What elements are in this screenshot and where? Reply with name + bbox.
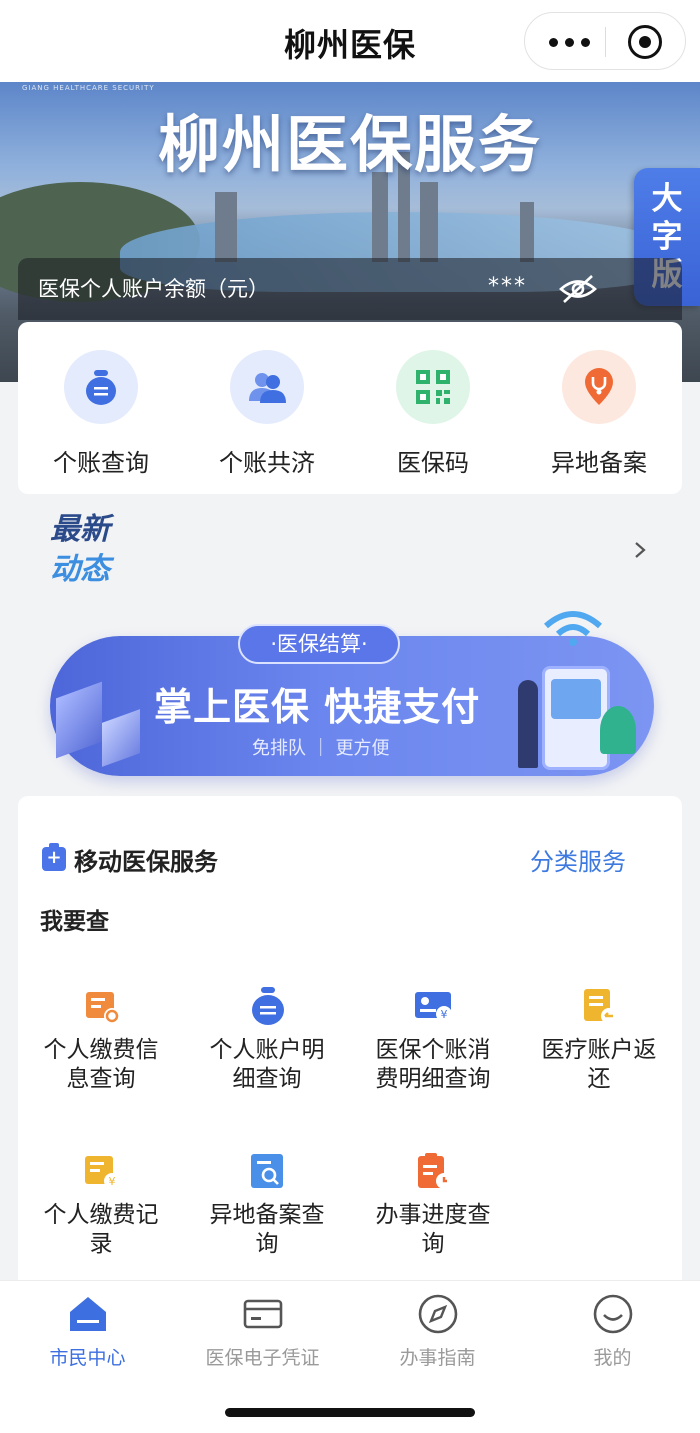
money-bag-icon: [86, 370, 116, 405]
balance-value: ***: [488, 274, 527, 299]
quick-action-account-query[interactable]: 个账查询: [18, 322, 184, 494]
large-font-char: 大: [651, 181, 683, 217]
banner-building: [520, 202, 534, 262]
qr-code-icon: [416, 370, 450, 404]
quick-action-icon-bg: [396, 350, 470, 424]
quick-action-icon-bg: [230, 350, 304, 424]
promo-subline: 免排队 ｜ 更方便: [252, 738, 390, 759]
home-indicator: [225, 1408, 475, 1417]
location-stethoscope-icon: [585, 368, 613, 405]
top-nav-bar: 柳州医保: [0, 0, 700, 82]
quick-action-icon-bg: [64, 350, 138, 424]
quick-action-medical-code[interactable]: 医保码: [350, 322, 516, 494]
search-doc-icon: [251, 1154, 283, 1188]
svg-text:¥: ¥: [109, 1175, 116, 1188]
card-icon: [243, 1299, 283, 1329]
promo-plant: [600, 706, 636, 754]
wifi-icon: [544, 611, 602, 646]
promo-tag: ·医保结算·: [238, 624, 400, 664]
svg-text:¥: ¥: [441, 1008, 448, 1021]
promo-headline: 掌上医保 快捷支付: [154, 685, 481, 729]
yuan-card-icon: ¥: [415, 992, 452, 1022]
news-line-1: 最新: [50, 512, 110, 547]
news-line-2: 动态: [50, 552, 110, 587]
quick-action-icon-bg: [562, 350, 636, 424]
service-item-label: 医保个账消 费明细查询: [375, 1037, 491, 1092]
service-card-title: 移动医保服务: [74, 848, 218, 876]
quick-action-label: 异地备案: [551, 449, 647, 477]
refund-doc-icon: [584, 989, 617, 1024]
payment-list-icon: ¥: [85, 1156, 120, 1189]
category-services-link[interactable]: 分类服务: [530, 842, 626, 877]
banner-building: [420, 182, 438, 262]
hide-balance-eye-icon[interactable]: [558, 272, 598, 306]
account-balance-bar: 医保个人账户余额（元） ***: [18, 258, 682, 320]
quick-action-account-sharing[interactable]: 个账共济: [184, 322, 350, 494]
medical-clipboard-icon: [42, 843, 66, 871]
promo-person: [518, 680, 538, 768]
service-item-label: 个人账户明 细查询: [209, 1037, 325, 1092]
more-icon[interactable]: [549, 38, 593, 47]
promo-cube: [56, 681, 102, 759]
service-item-label: 异地备案查询: [209, 1202, 325, 1257]
mobile-medical-service-card: 移动医保服务 分类服务 我要查 个人缴费信息查询 个人账户明细查询 ¥ 医保个账…: [18, 796, 682, 1306]
promo-cube: [102, 709, 140, 767]
promo-banner[interactable]: ·医保结算· 掌上医保 快捷支付 免排队 ｜ 更方便: [50, 611, 654, 776]
tab-label: 办事指南: [399, 1347, 476, 1369]
quick-action-label: 医保码: [397, 449, 469, 477]
banner-building: [372, 172, 388, 262]
tab-label: 市民中心: [49, 1347, 126, 1369]
smile-icon: [593, 1294, 633, 1334]
quick-action-label: 个账共济: [219, 449, 315, 477]
banner-building: [215, 192, 237, 262]
progress-clock-icon: [418, 1153, 452, 1189]
home-icon: [70, 1297, 106, 1331]
mini-program-capsule: [524, 12, 686, 70]
service-item-label: 个人缴费信 息查询: [43, 1037, 159, 1092]
latest-news-heading[interactable]: 最新 动态: [50, 510, 110, 590]
chevron-right-icon[interactable]: [630, 540, 650, 560]
banner-title: 柳州医保服务: [157, 108, 542, 181]
users-icon: [249, 373, 286, 403]
capsule-divider: [605, 27, 606, 57]
money-bag-icon: [252, 987, 284, 1025]
payment-record-icon: [86, 992, 120, 1024]
quick-actions-card: 个账查询 个账共济 医保码 异地备案: [18, 322, 682, 494]
service-item-label: 办事进度查询: [375, 1202, 491, 1257]
promo-phone: [542, 666, 610, 770]
service-item-label: 个人缴费记录: [43, 1202, 159, 1257]
large-font-char: 字: [651, 219, 683, 255]
banner-tiny-caption: GIANG HEALTHCARE SECURITY: [22, 84, 155, 92]
service-item-label: 医疗账户返还: [541, 1037, 657, 1092]
compass-icon: [418, 1294, 458, 1334]
section-label: 我要查: [40, 909, 109, 935]
quick-action-label: 个账查询: [53, 449, 149, 477]
balance-label: 医保个人账户余额（元）: [38, 277, 269, 301]
tab-label: 医保电子凭证: [205, 1347, 320, 1369]
close-program-icon[interactable]: [628, 25, 662, 59]
tab-label: 我的: [593, 1347, 632, 1369]
quick-action-remote-filing[interactable]: 异地备案: [516, 322, 682, 494]
